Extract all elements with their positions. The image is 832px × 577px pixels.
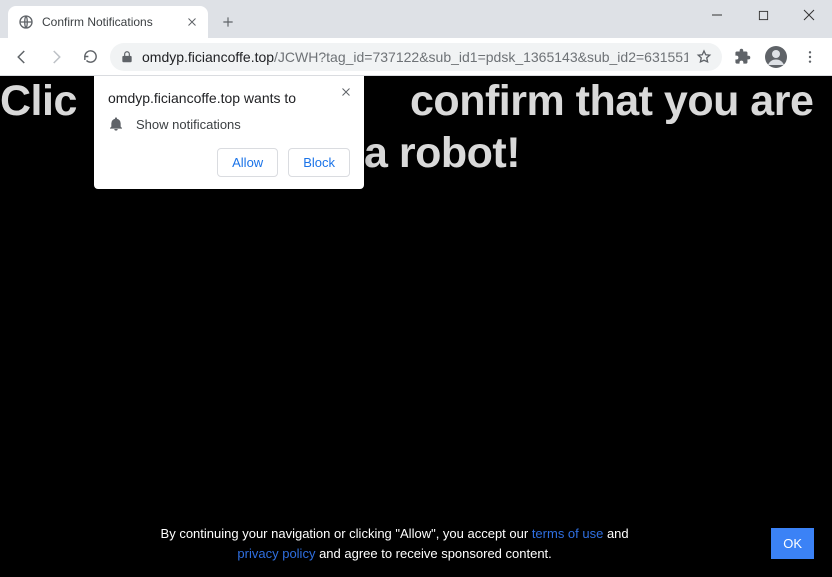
globe-icon xyxy=(18,14,34,30)
lock-icon[interactable] xyxy=(120,50,134,64)
block-button[interactable]: Block xyxy=(288,148,350,177)
headline-part1: Clic xyxy=(0,77,77,125)
consent-message: By continuing your navigation or clickin… xyxy=(18,524,771,563)
minimize-button[interactable] xyxy=(694,0,740,30)
notification-permission-popup: omdyp.ficiancoffe.top wants to Show noti… xyxy=(94,76,364,189)
headline-part2: confirm that you are xyxy=(410,77,813,125)
kebab-menu-button[interactable] xyxy=(796,43,824,71)
url-domain: omdyp.ficiancoffe.top xyxy=(142,49,274,65)
browser-toolbar: omdyp.ficiancoffe.top/JCWH?tag_id=737122… xyxy=(0,38,832,76)
forward-button[interactable] xyxy=(42,43,70,71)
window-titlebar: Confirm Notifications xyxy=(0,0,832,38)
consent-ok-button[interactable]: OK xyxy=(771,528,814,559)
extensions-button[interactable] xyxy=(728,43,756,71)
consent-text-mid: and xyxy=(603,526,628,541)
bell-icon xyxy=(108,116,124,132)
browser-tab[interactable]: Confirm Notifications xyxy=(8,6,208,38)
bookmark-star-icon[interactable] xyxy=(696,49,712,65)
window-controls xyxy=(694,0,832,30)
permission-origin: omdyp.ficiancoffe.top wants to xyxy=(108,90,350,106)
url-text: omdyp.ficiancoffe.top/JCWH?tag_id=737122… xyxy=(142,49,688,65)
consent-text-post: and agree to receive sponsored content. xyxy=(315,546,551,561)
profile-avatar-button[interactable] xyxy=(762,43,790,71)
close-tab-icon[interactable] xyxy=(184,14,200,30)
privacy-link[interactable]: privacy policy xyxy=(237,546,315,561)
tab-title: Confirm Notifications xyxy=(42,15,184,29)
close-window-button[interactable] xyxy=(786,0,832,30)
consent-text-pre: By continuing your navigation or clickin… xyxy=(161,526,532,541)
new-tab-button[interactable] xyxy=(214,8,242,36)
back-button[interactable] xyxy=(8,43,36,71)
address-bar[interactable]: omdyp.ficiancoffe.top/JCWH?tag_id=737122… xyxy=(110,43,722,71)
url-path: /JCWH?tag_id=737122&sub_id1=pdsk_1365143… xyxy=(274,49,688,65)
maximize-button[interactable] xyxy=(740,0,786,30)
terms-link[interactable]: terms of use xyxy=(532,526,604,541)
permission-kind: Show notifications xyxy=(136,117,241,132)
allow-button[interactable]: Allow xyxy=(217,148,278,177)
page-viewport: Clicallow to confirm confirm that you ar… xyxy=(0,76,832,577)
close-popup-icon[interactable] xyxy=(336,82,356,102)
consent-bar: By continuing your navigation or clickin… xyxy=(0,514,832,577)
reload-button[interactable] xyxy=(76,43,104,71)
